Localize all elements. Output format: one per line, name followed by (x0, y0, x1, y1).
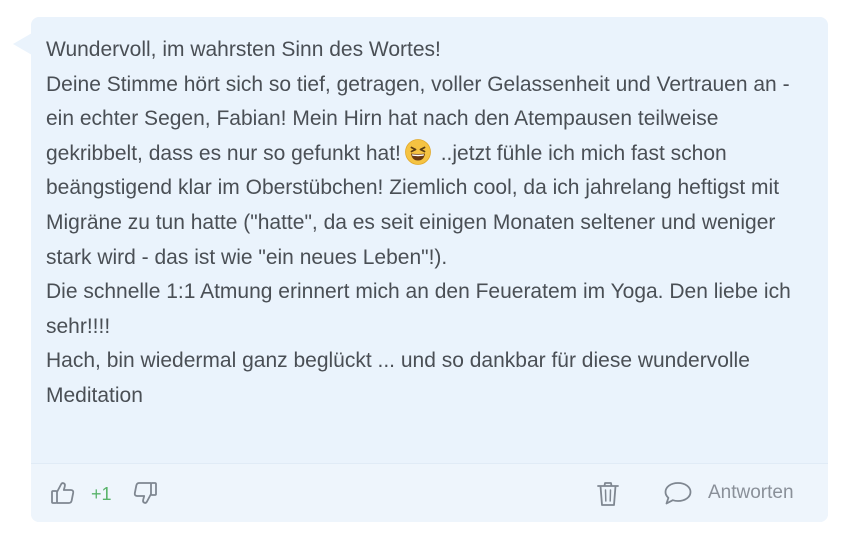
trash-icon (595, 480, 621, 508)
reply-button[interactable]: Antworten (663, 478, 794, 508)
speech-bubble-icon (663, 480, 693, 506)
dislike-button[interactable] (130, 478, 160, 508)
delete-button[interactable] (594, 479, 622, 509)
comment-card: Wundervoll, im wahrsten Sinn des Wortes!… (31, 17, 828, 522)
comment-text-part-2: ..jetzt fühle ich mich fast schon beängs… (46, 141, 791, 407)
like-button[interactable] (48, 478, 78, 508)
comment-actions: +1 Antworten (31, 463, 828, 522)
thumbs-down-icon (132, 480, 158, 506)
reply-label: Antworten (708, 482, 794, 503)
grinning-squinting-face-icon (404, 138, 431, 165)
thumbs-up-icon (50, 480, 76, 506)
comment-bubble-tail (13, 33, 32, 55)
comment-body: Wundervoll, im wahrsten Sinn des Wortes!… (46, 33, 816, 414)
vote-count: +1 (91, 484, 112, 504)
